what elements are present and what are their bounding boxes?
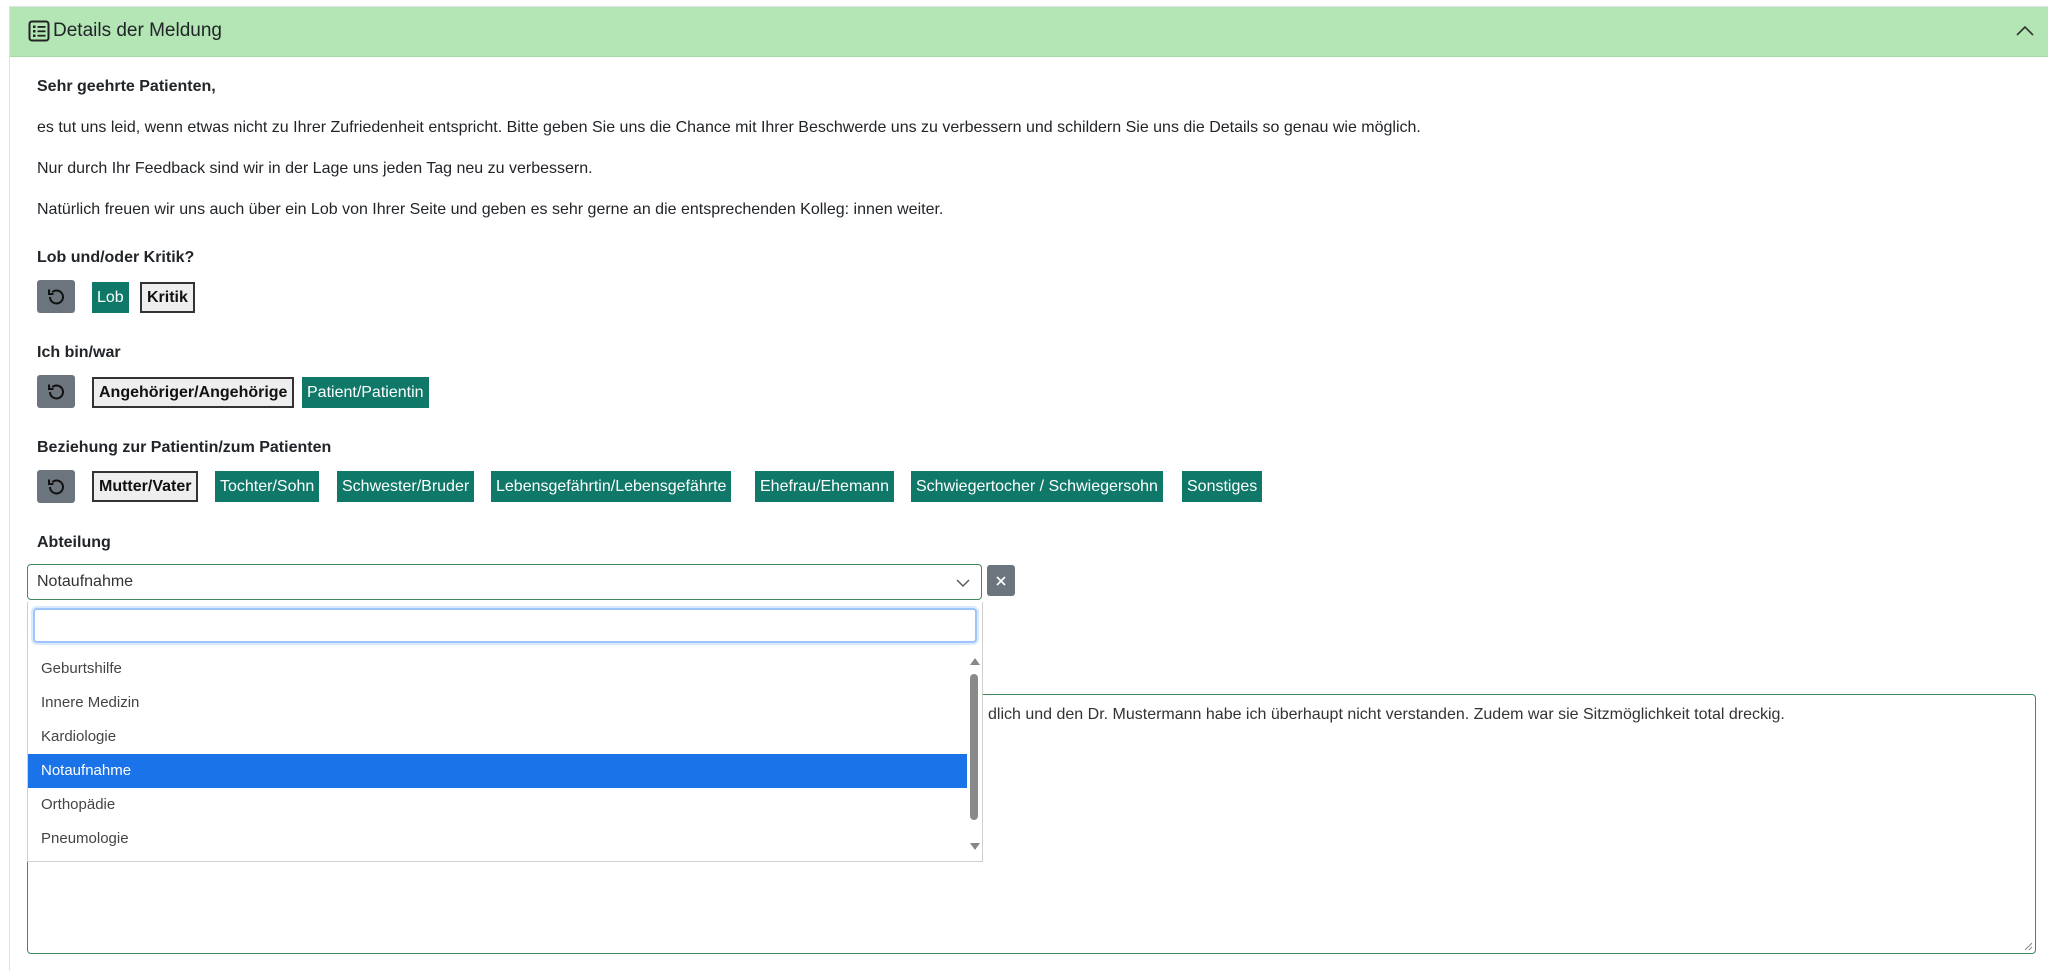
- list-item[interactable]: Pneumologie: [28, 822, 967, 856]
- card-header[interactable]: Details der Meldung: [10, 7, 2048, 57]
- reset-relation-button[interactable]: [37, 470, 75, 503]
- card-title: Details der Meldung: [53, 20, 222, 41]
- list-item[interactable]: Orthopädie: [28, 788, 967, 822]
- option-schwester-bruder[interactable]: Schwester/Bruder: [337, 471, 475, 502]
- option-schwiegertochter[interactable]: Schwiegertocher / Schwiegersohn: [911, 471, 1163, 502]
- list-icon: [28, 20, 50, 42]
- greeting-text: Sehr geehrte Patienten,: [37, 78, 216, 95]
- question-label-department: Abteilung: [37, 534, 111, 551]
- department-select[interactable]: Notaufnahme: [27, 564, 982, 600]
- resize-grip-icon[interactable]: [2023, 941, 2033, 951]
- list-item[interactable]: Kardiologie: [28, 720, 967, 754]
- undo-icon: [48, 384, 64, 399]
- option-patient[interactable]: Patient/Patientin: [302, 377, 429, 408]
- option-kritik[interactable]: Kritik: [140, 282, 195, 313]
- department-dropdown: Geburtshilfe Innere Medizin Kardiologie …: [27, 602, 983, 862]
- department-select-value: Notaufnahme: [37, 573, 134, 590]
- option-angehoeriger[interactable]: Angehöriger/Angehörige: [92, 377, 295, 408]
- question-label-role: Ich bin/war: [37, 344, 121, 361]
- intro-paragraph-2: Nur durch Ihr Feedback sind wir in der L…: [37, 160, 593, 177]
- reset-type-button[interactable]: [37, 280, 75, 313]
- option-tochter-sohn[interactable]: Tochter/Sohn: [215, 471, 320, 502]
- intro-paragraph-1: es tut uns leid, wenn etwas nicht zu Ihr…: [37, 119, 1421, 136]
- close-icon: [996, 575, 1006, 586]
- dropdown-scrollbar[interactable]: [968, 654, 980, 854]
- option-ehefrau-ehemann[interactable]: Ehefrau/Ehemann: [755, 471, 894, 502]
- department-options-list: Geburtshilfe Innere Medizin Kardiologie …: [28, 652, 967, 856]
- reset-role-button[interactable]: [37, 375, 75, 408]
- intro-paragraph-3: Natürlich freuen wir uns auch über ein L…: [37, 201, 944, 218]
- list-item[interactable]: Geburtshilfe: [28, 652, 967, 686]
- department-search-input[interactable]: [33, 608, 977, 643]
- question-label-type: Lob und/oder Kritik?: [37, 249, 195, 266]
- option-lebensgefaehrtin[interactable]: Lebensgefährtin/Lebensgefährte: [491, 471, 732, 502]
- chevron-up-icon[interactable]: [2012, 18, 2038, 44]
- department-clear-button[interactable]: [987, 565, 1015, 596]
- undo-icon: [48, 289, 64, 304]
- scrollbar-thumb[interactable]: [970, 674, 978, 820]
- option-mutter-vater[interactable]: Mutter/Vater: [92, 471, 199, 502]
- scroll-up-arrow-icon[interactable]: [970, 658, 980, 665]
- list-item-highlighted[interactable]: Notaufnahme: [28, 754, 967, 788]
- question-label-relation: Beziehung zur Patientin/zum Patienten: [37, 439, 332, 456]
- option-sonstiges[interactable]: Sonstiges: [1182, 471, 1263, 502]
- chevron-down-icon[interactable]: [955, 575, 971, 591]
- option-lob[interactable]: Lob: [92, 282, 129, 313]
- list-item[interactable]: Innere Medizin: [28, 686, 967, 720]
- description-text: dlich und den Dr. Mustermann habe ich üb…: [988, 706, 1785, 723]
- scroll-down-arrow-icon[interactable]: [970, 843, 980, 850]
- undo-icon: [48, 479, 64, 494]
